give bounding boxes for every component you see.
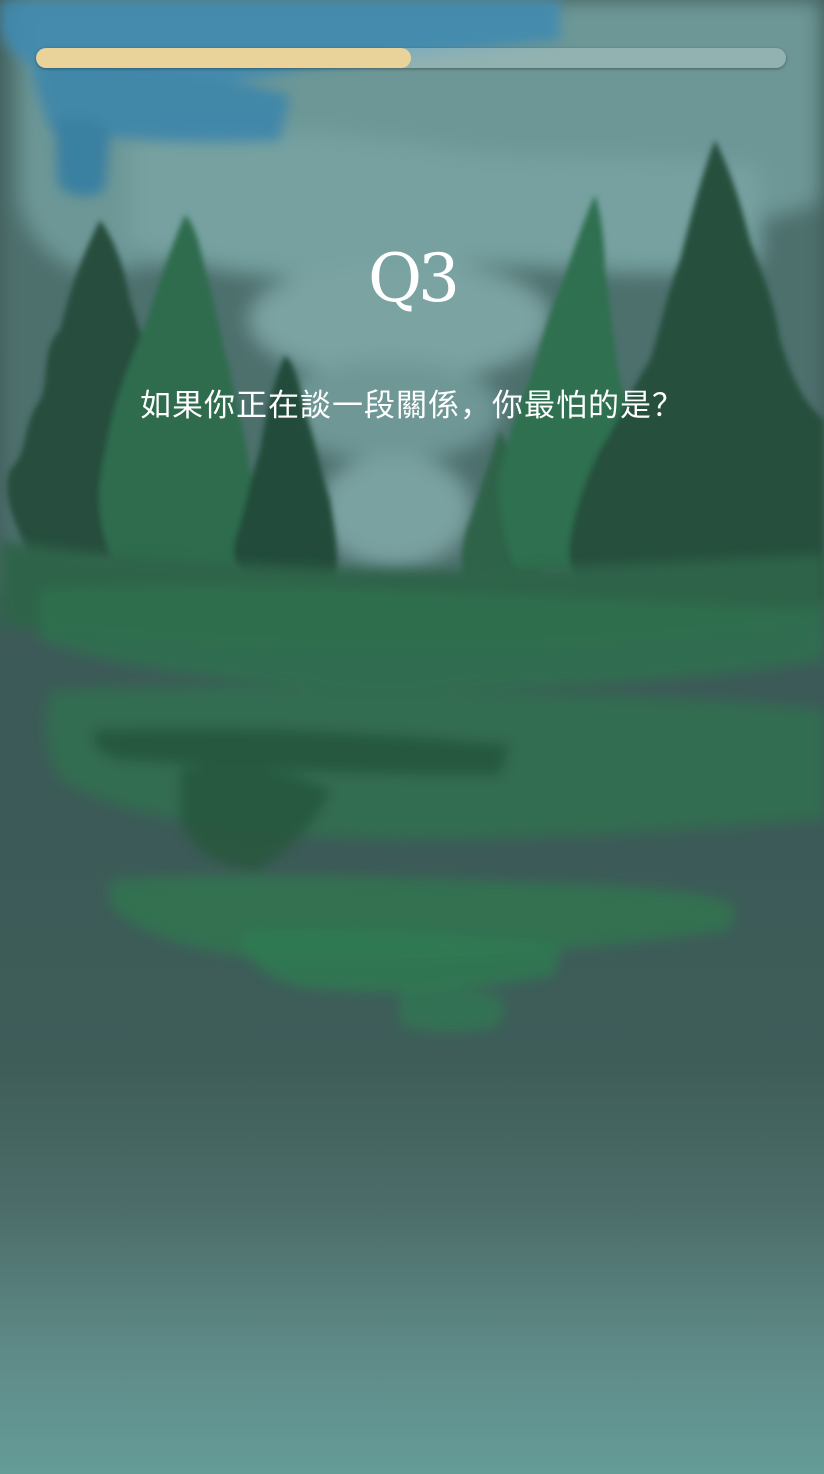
- progress-bar-fill: [36, 48, 411, 68]
- watercolor-forest-illustration: [0, 0, 824, 1033]
- question-number: Q3: [367, 240, 460, 317]
- ground-strokes: [0, 540, 824, 1033]
- question-text: 如果你正在談一段關係，你最怕的是？: [140, 388, 684, 424]
- progress-bar: [36, 48, 786, 68]
